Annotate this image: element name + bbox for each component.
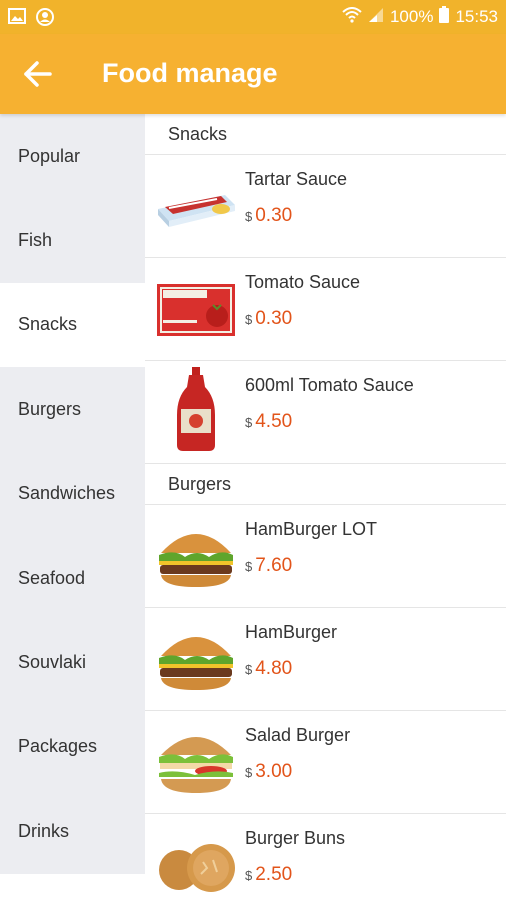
section-header-snacks: Snacks <box>145 114 506 155</box>
product-item[interactable]: HamBurger $4.80 <box>145 608 506 711</box>
page-title: Food manage <box>102 58 278 88</box>
sidebar-item-label: Popular <box>18 145 81 166</box>
currency-symbol: $ <box>245 209 253 224</box>
hamburger-image <box>155 622 237 698</box>
section-title: Burgers <box>168 474 232 494</box>
sidebar-item-label: Sandwiches <box>18 483 116 504</box>
app-bar: Food manage <box>0 34 506 114</box>
tomato-sauce-image <box>155 272 237 348</box>
signal-icon <box>368 7 384 28</box>
sidebar-item-seafood[interactable]: Seafood <box>0 536 145 620</box>
sidebar-item-packages[interactable]: Packages <box>0 705 145 789</box>
sidebar-item-snacks[interactable]: Snacks <box>0 282 145 368</box>
price-amount: 0.30 <box>255 205 293 226</box>
product-name: Tomato Sauce <box>245 272 361 292</box>
product-name: Salad Burger <box>245 725 351 745</box>
salad-burger-image <box>155 725 237 801</box>
back-arrow-icon[interactable] <box>22 58 56 90</box>
sidebar-item-label: Souvlaki <box>18 652 87 673</box>
product-item[interactable]: 600ml Tomato Sauce $4.50 <box>145 361 506 464</box>
section-header-burgers: Burgers <box>145 464 506 505</box>
currency-symbol: $ <box>245 415 253 430</box>
currency-symbol: $ <box>245 312 253 327</box>
price-amount: 4.50 <box>255 411 293 432</box>
product-price: $7.60 <box>245 555 292 577</box>
wifi-icon <box>342 6 362 28</box>
sidebar-item-label: Seafood <box>18 567 86 588</box>
sidebar-item-burgers[interactable]: Burgers <box>0 367 145 451</box>
product-price: $0.30 <box>245 308 292 330</box>
product-item[interactable]: Tomato Sauce $0.30 <box>145 258 506 361</box>
sidebar-item-fish[interactable]: Fish <box>0 198 145 282</box>
currency-symbol: $ <box>245 765 253 780</box>
price-amount: 3.00 <box>255 761 293 782</box>
product-name: HamBurger <box>245 622 338 642</box>
sidebar-item-label: Fish <box>18 230 53 251</box>
product-price: $4.80 <box>245 658 292 680</box>
tartar-sauce-image <box>155 169 237 245</box>
price-amount: 2.50 <box>255 864 293 885</box>
price-amount: 7.60 <box>255 555 293 576</box>
product-list[interactable]: Snacks Tartar Sauce $0.30 Tomato Sauce $… <box>145 114 506 900</box>
sidebar-item-label: Snacks <box>18 314 78 335</box>
product-name: Tartar Sauce <box>245 169 348 189</box>
product-name: Burger Buns <box>245 828 346 848</box>
account-circle-icon <box>36 8 54 31</box>
sidebar-item-sandwiches[interactable]: Sandwiches <box>0 452 145 536</box>
section-title: Snacks <box>168 124 228 144</box>
price-amount: 4.80 <box>255 658 293 679</box>
product-price: $0.30 <box>245 205 292 227</box>
product-price: $3.00 <box>245 761 292 783</box>
sidebar-item-label: Packages <box>18 736 98 757</box>
product-name: HamBurger LOT <box>245 519 378 539</box>
currency-symbol: $ <box>245 662 253 677</box>
sidebar-item-souvlaki[interactable]: Souvlaki <box>0 620 145 704</box>
product-item[interactable]: Tartar Sauce $0.30 <box>145 155 506 258</box>
battery-icon <box>439 6 450 28</box>
category-sidebar: Popular Fish Snacks Burgers Sandwiches S… <box>0 114 145 874</box>
sidebar-item-drinks[interactable]: Drinks <box>0 789 145 873</box>
product-item[interactable]: HamBurger LOT $7.60 <box>145 505 506 608</box>
hamburger-image <box>155 519 237 595</box>
battery-percent: 100% <box>389 7 434 26</box>
clock: 15:53 <box>455 7 498 26</box>
product-price: $2.50 <box>245 864 292 886</box>
status-bar: 100% 15:53 <box>0 0 506 34</box>
product-item[interactable]: Salad Burger $3.00 <box>145 711 506 814</box>
product-item[interactable]: Burger Buns $2.50 <box>145 814 506 900</box>
product-name: 600ml Tomato Sauce <box>245 375 414 395</box>
image-notification-icon <box>8 8 26 31</box>
sidebar-item-label: Drinks <box>18 820 70 841</box>
burger-buns-image <box>155 828 237 900</box>
currency-symbol: $ <box>245 559 253 574</box>
product-price: $4.50 <box>245 411 292 433</box>
tomato-sauce-bottle-image <box>155 367 237 451</box>
currency-symbol: $ <box>245 868 253 883</box>
sidebar-item-popular[interactable]: Popular <box>0 114 145 198</box>
price-amount: 0.30 <box>255 308 293 329</box>
sidebar-item-label: Burgers <box>18 398 82 419</box>
